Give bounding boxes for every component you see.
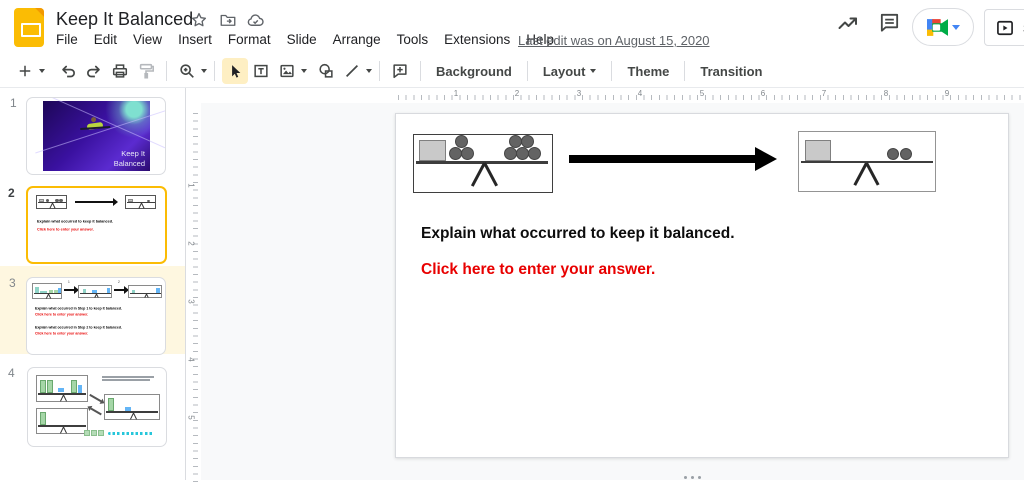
editor-canvas: 1 2 3 4 5 6 7 8 9 1 2 3 4 5 Explain what… [186,88,1024,485]
toolbar-separator [379,61,380,81]
text-box-button[interactable] [248,58,274,84]
slide-3-thumb-step1-prompt: Explain what occurred in Step 1 to keep … [35,306,122,311]
vertical-ruler: 1 2 3 4 5 [186,103,201,485]
mini-arrow [89,393,102,402]
background-button[interactable]: Background [428,60,520,83]
transition-arrow-head [755,147,777,171]
slide-3-thumbnail[interactable]: 1 2 Explain what occurred in Step 1 to k… [26,277,166,355]
paint-format-button[interactable] [133,58,159,84]
slide-4-thumbnail[interactable] [27,367,167,447]
menu-format[interactable]: Format [220,30,279,52]
slide-2-thumb-prompt: Explain what occurred to keep it balance… [37,219,114,224]
print-button[interactable] [107,58,133,84]
slide-1-number: 1 [10,96,17,110]
slideshow-play-icon [995,18,1015,38]
answer-placeholder-textbox[interactable]: Click here to enter your answer. [421,261,655,279]
mini-arrow [114,289,124,291]
theme-button[interactable]: Theme [619,60,677,83]
menu-view[interactable]: View [125,30,170,52]
horizontal-ruler: 1 2 3 4 5 6 7 8 9 [186,88,1024,103]
toolbar-separator [420,61,421,81]
slide-2-thumbnail[interactable]: Explain what occurred to keep it balance… [26,186,167,264]
toolbar-separator [526,61,528,81]
mini-arrow [90,408,102,416]
meet-button[interactable] [912,8,974,46]
slide-2-thumb-answer: Click here to enter your answer. [37,227,94,232]
balance-before-image[interactable] [413,134,553,193]
menu-bar: File Edit View Insert Format Slide Arran… [48,30,562,52]
mini-arrow-2-label: 2 [118,280,120,284]
mini-arrow [64,289,74,291]
meet-dropdown-caret-icon [951,24,960,30]
toolbar-separator [611,61,613,81]
image-dropdown-icon[interactable] [301,69,307,73]
slide-3-thumb-step1-answer: Click here to enter your answer. [35,311,89,316]
insert-shape-button[interactable] [313,58,339,84]
menu-tools[interactable]: Tools [389,30,437,52]
tightrope-walker-figure [86,121,104,131]
menu-insert[interactable]: Insert [170,30,220,52]
toolbar-separator [166,61,167,81]
menu-file[interactable]: File [48,30,86,52]
slide-4-number: 4 [8,366,15,380]
menu-edit[interactable]: Edit [86,30,125,52]
zoom-dropdown-icon[interactable] [201,69,207,73]
speaker-notes-resize-handle[interactable] [684,476,701,479]
cloud-saved-icon[interactable] [246,11,266,31]
last-edit-link[interactable]: Last edit was on August 15, 2020 [518,33,710,48]
slides-logo-icon[interactable] [14,8,44,47]
slide-1-thumbnail[interactable]: Keep It Balanced [26,97,166,175]
menu-extensions[interactable]: Extensions [436,30,518,52]
slide-3-number: 3 [9,276,16,290]
menu-slide[interactable]: Slide [279,30,325,52]
document-title[interactable]: Keep It Balanced [56,9,193,30]
select-tool-button[interactable] [222,58,248,84]
slideshow-button[interactable]: Slideshow [984,9,1024,46]
document-activity-icon[interactable] [836,11,860,35]
app-header: Keep It Balanced File Edit View Insert F… [0,0,1024,55]
transition-button[interactable]: Transition [692,60,770,83]
meet-icon [926,18,948,36]
transition-arrow[interactable] [569,155,755,163]
slide-filmstrip: 1 Keep It Balanced 2 Explain what occurr… [0,88,186,480]
slide-3-thumb-step2-prompt: Explain what occurred in Step 2 to keep … [35,325,122,330]
layout-button[interactable]: Layout [535,60,605,83]
slide-2-number: 2 [8,186,15,200]
insert-line-button[interactable] [339,58,365,84]
insert-comment-button[interactable] [387,58,413,84]
balance-after-image[interactable] [798,131,936,192]
redo-button[interactable] [81,58,107,84]
insert-image-button[interactable] [274,58,300,84]
mini-arrow [75,200,113,203]
mini-arrow-1-label: 1 [68,280,70,284]
toolbar-separator [214,61,215,81]
toolbar-separator [684,61,686,81]
toolbar: Background Layout Theme Transition [0,55,1024,88]
comment-history-icon[interactable] [878,11,902,35]
new-slide-button[interactable] [12,58,38,84]
star-icon[interactable] [190,11,210,31]
slide-editing-page[interactable]: Explain what occurred to keep it balance… [395,113,1009,458]
slide-1-cover-image: Keep It Balanced [35,98,165,171]
new-slide-dropdown-icon[interactable] [39,69,45,73]
move-to-folder-icon[interactable] [219,11,239,31]
slide-1-title-text: Keep It Balanced [113,149,145,168]
line-dropdown-icon[interactable] [366,69,372,73]
layout-caret-icon [590,69,597,73]
zoom-button[interactable] [174,58,200,84]
slide-3-thumb-step2-answer: Click here to enter your answer. [35,330,89,335]
menu-arrange[interactable]: Arrange [325,30,389,52]
prompt-textbox[interactable]: Explain what occurred to keep it balance… [421,225,735,243]
undo-button[interactable] [55,58,81,84]
